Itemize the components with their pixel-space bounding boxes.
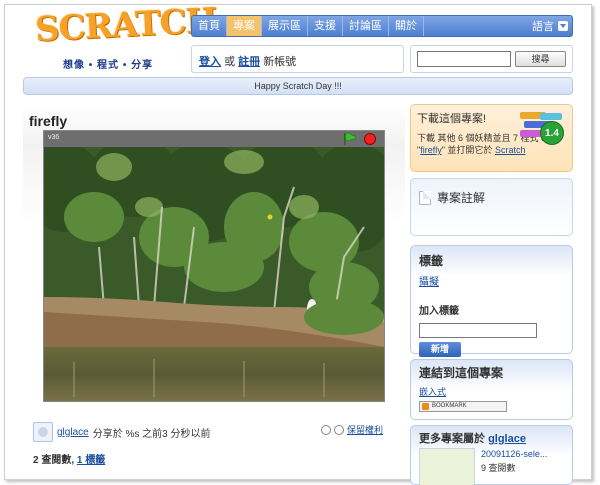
project-panel: firefly v36 glglace 分享於 %s 之前3 分秒以前 保留權利… xyxy=(23,104,405,479)
project-stats: 2 查閱數, 1 標籤 xyxy=(33,455,106,466)
language-selector[interactable]: 語言 xyxy=(524,18,572,34)
embed-link[interactable]: 嵌入式 xyxy=(419,385,564,398)
more-projects-box: 更多專案屬於 glglace 20091126-sele... 9 查閱數 xyxy=(410,425,573,485)
more-project-views: 9 查閱數 xyxy=(481,463,516,473)
language-label: 語言 xyxy=(532,21,554,33)
add-tag-button[interactable]: 新增 xyxy=(419,342,461,357)
copyright-icon xyxy=(334,424,344,435)
register-link[interactable]: 註冊 xyxy=(238,56,260,68)
project-thumbnail[interactable] xyxy=(419,448,475,485)
nav-support[interactable]: 支援 xyxy=(308,16,343,36)
notes-title: 專案註解 xyxy=(437,191,486,205)
author-link[interactable]: glglace xyxy=(57,427,89,438)
logo-wordmark: SCRATCH xyxy=(33,0,218,50)
login-link[interactable]: 登入 xyxy=(199,56,221,68)
project-player[interactable]: v36 xyxy=(43,130,385,402)
logo-tagline: 想像 • 程式 • 分享 xyxy=(63,60,154,71)
avatar[interactable] xyxy=(33,422,53,442)
green-flag-icon[interactable] xyxy=(342,132,356,146)
project-title: firefly xyxy=(29,113,68,129)
scratch-link[interactable]: Scratch xyxy=(495,145,526,155)
nav-home[interactable]: 首頁 xyxy=(192,16,227,36)
more-project-link[interactable]: 20091126-sele... xyxy=(481,449,547,459)
player-version: v36 xyxy=(48,134,60,141)
mangrove-scene-image xyxy=(44,147,384,401)
cc-icon xyxy=(321,424,331,435)
more-author-link[interactable]: glglace xyxy=(488,433,526,445)
download-project-link[interactable]: firefly xyxy=(420,145,442,155)
tag-input[interactable] xyxy=(419,323,537,338)
stage-image[interactable] xyxy=(44,147,384,401)
tags-box: 標籤 攝擬 加入標籤 新增 xyxy=(410,245,573,357)
view-count: 2 查閱數 xyxy=(33,455,72,466)
scratch-logo[interactable]: SCRATCH 想像 • 程式 • 分享 xyxy=(34,1,218,71)
new-account-text: 新帳號 xyxy=(263,56,297,68)
tags-title: 標籤 xyxy=(419,254,444,268)
nav-about[interactable]: 關於 xyxy=(389,16,424,36)
tag-count-link[interactable]: 1 標籤 xyxy=(77,455,105,466)
player-toolbar: v36 xyxy=(44,131,384,147)
download-box: 下載這個專案! 1.4 下載 其他 6 個妖精並且 7 程式 of "firef… xyxy=(410,104,573,172)
document-icon xyxy=(419,190,431,205)
license-info: 保留權利 xyxy=(321,423,383,436)
project-notes-box: 專案註解 xyxy=(410,178,573,236)
search-bar: 搜尋 xyxy=(410,45,573,73)
stop-icon[interactable] xyxy=(364,133,376,145)
notes-header: 專案註解 xyxy=(419,189,564,206)
add-tag-label: 加入標籤 xyxy=(419,306,459,317)
link-to-project-box: 連結到這個專案 嵌入式 BOOKMARK xyxy=(410,359,573,420)
project-byline: glglace 分享於 %s 之前3 分秒以前 xyxy=(33,422,211,442)
version-badge: 1.4 xyxy=(540,121,564,145)
nav-projects[interactable]: 專案 xyxy=(227,16,262,36)
nav-forums[interactable]: 討論區 xyxy=(343,16,389,36)
tag-link[interactable]: 攝擬 xyxy=(419,273,439,288)
bookmark-button[interactable]: BOOKMARK xyxy=(419,401,507,412)
announcement-banner: Happy Scratch Day !!! xyxy=(23,77,573,95)
top-navigation: 首頁 專案 展示區 支援 討論區 關於 語言 xyxy=(191,15,573,37)
more-projects-title: 更多專案屬於 glglace xyxy=(419,433,526,445)
login-bar: 登入 或 註冊 新帳號 xyxy=(191,45,404,73)
rights-link[interactable]: 保留權利 xyxy=(347,423,383,436)
link-title: 連結到這個專案 xyxy=(419,366,504,380)
shared-time-text: 分享於 %s 之前3 分秒以前 xyxy=(92,428,211,440)
nav-galleries[interactable]: 展示區 xyxy=(262,16,308,36)
login-or-text: 或 xyxy=(224,56,236,68)
chevron-down-icon xyxy=(558,21,568,31)
search-button[interactable]: 搜尋 xyxy=(515,51,566,67)
search-input[interactable] xyxy=(417,51,512,67)
